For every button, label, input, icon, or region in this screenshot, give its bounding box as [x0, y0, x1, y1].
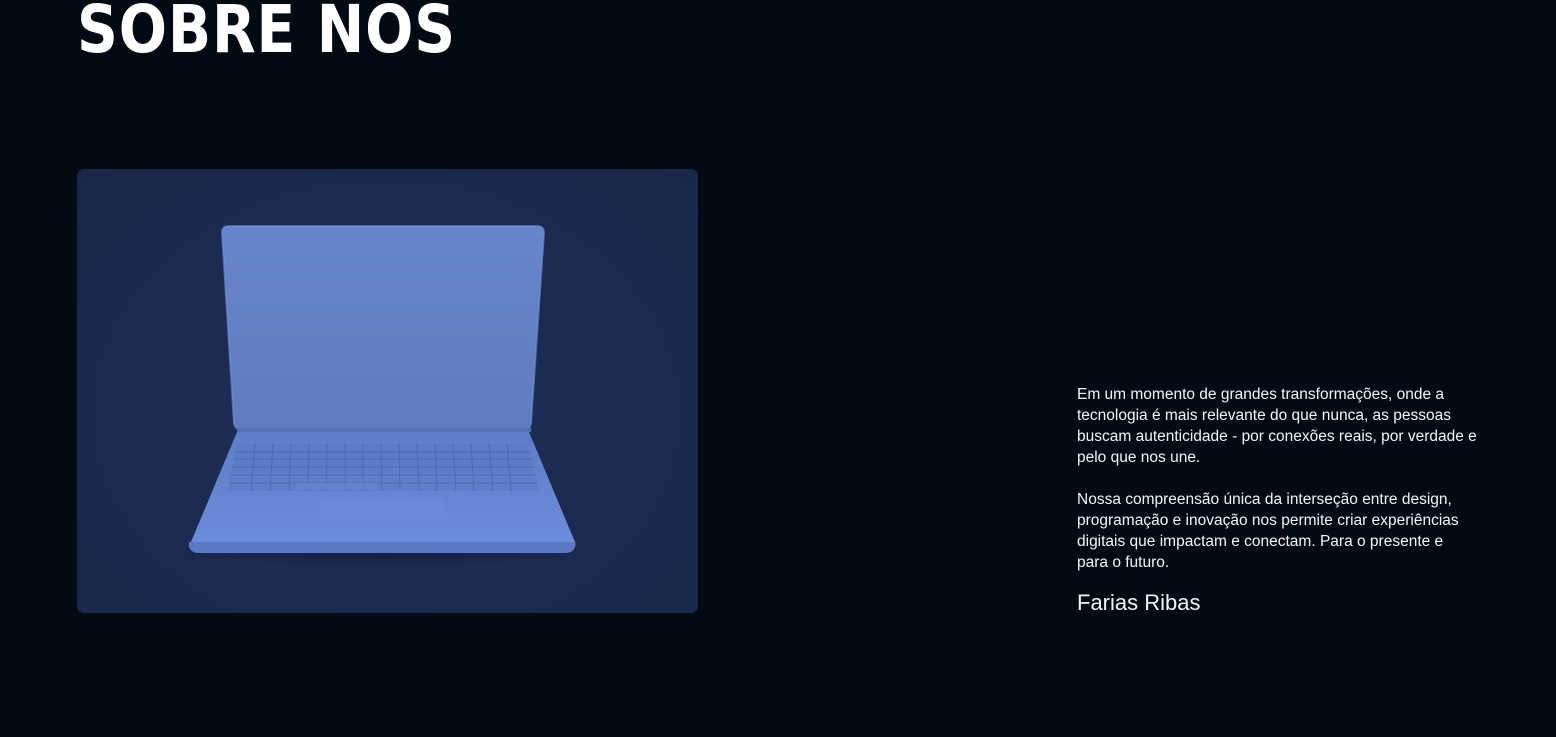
about-paragraph-1: Em um momento de grandes transformações,…	[1077, 386, 1477, 466]
about-paragraph-2: Nossa compreensão única da interseção en…	[1077, 491, 1459, 571]
laptop-image	[77, 169, 698, 613]
laptop-icon	[168, 225, 598, 567]
about-description: Em um momento de grandes transformações,…	[1077, 384, 1477, 573]
signature: Farias Ribas	[1077, 590, 1201, 615]
section-title: SOBRE NÓS	[77, 0, 457, 68]
